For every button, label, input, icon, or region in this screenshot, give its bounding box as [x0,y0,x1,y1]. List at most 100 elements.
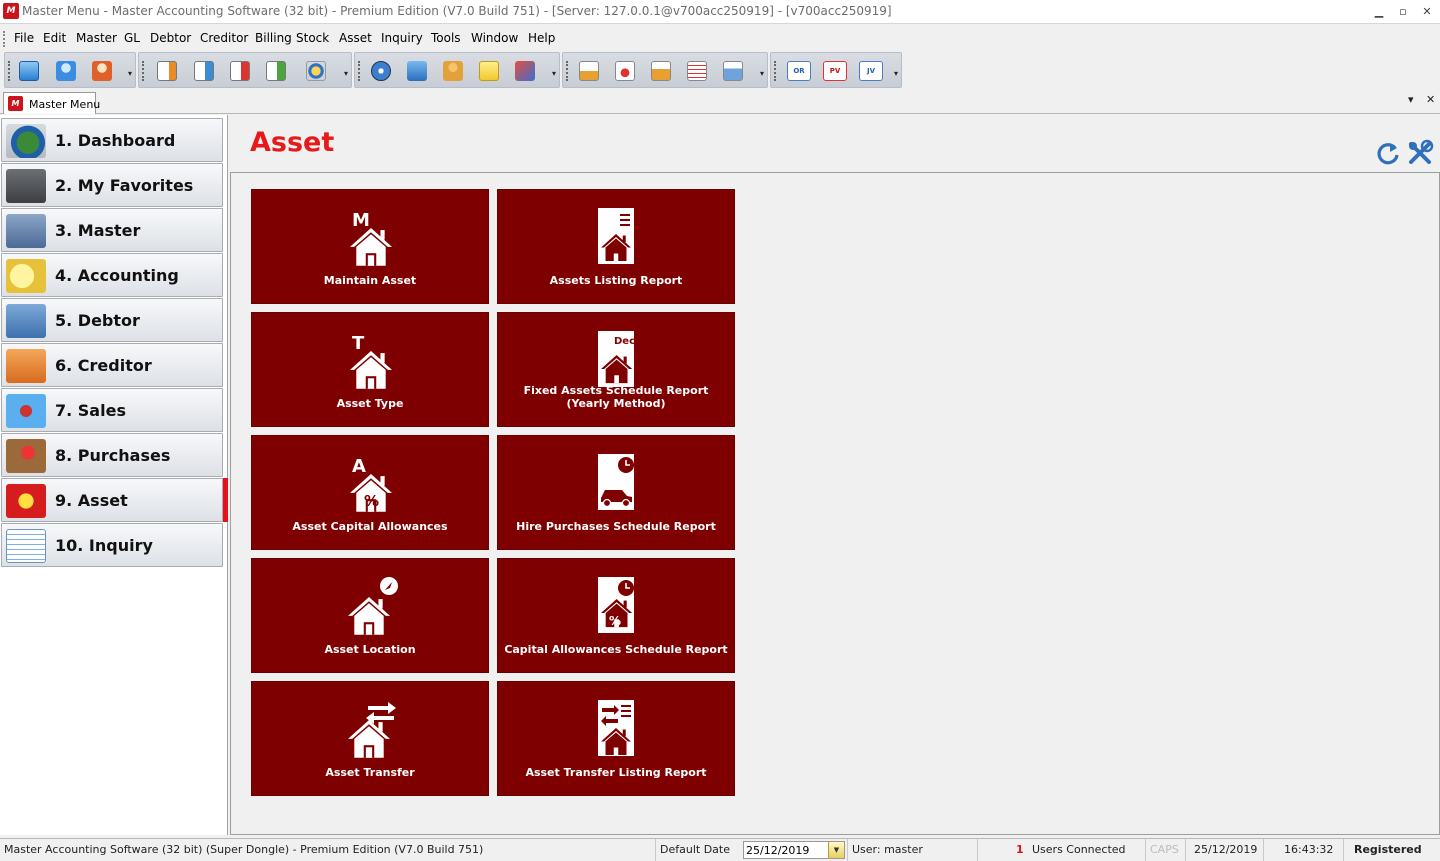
toolbar-overflow-icon[interactable]: ▾ [342,69,350,81]
menu-tools[interactable]: Tools [431,31,461,45]
app-logo-icon: M [8,96,23,111]
document-green-button[interactable] [262,58,290,84]
document-red-button[interactable] [226,58,254,84]
tile-asset-capital-allowances[interactable]: A % Asset Capital Allowances [251,435,489,550]
toolbar-grip[interactable] [142,61,144,81]
status-date: 25/12/2019 [1190,839,1264,861]
calendar-grid-button[interactable] [15,58,43,84]
sidebar-item-purchases[interactable]: 8. Purchases [1,433,223,477]
tile-label: Asset Capital Allowances [292,520,448,533]
sidebar-item-label: 5. Debtor [55,311,140,330]
s-logo-button[interactable] [511,58,539,84]
menu-help[interactable]: Help [528,31,555,45]
sidebar-item-dashboard[interactable]: 1. Dashboard [1,118,223,162]
menu-file[interactable]: File [14,31,34,45]
tile-asset-type[interactable]: T Asset Type [251,312,489,427]
fields-report-icon [723,61,743,81]
user-blue-button[interactable] [52,58,80,84]
toolbar-grip[interactable] [566,61,568,81]
tile-asset-location[interactable]: Asset Location [251,558,489,673]
upload-user-button[interactable] [403,58,431,84]
sidebar-item-sales[interactable]: 7. Sales [1,388,223,432]
sidebar-item-asset[interactable]: 9. Asset [1,478,223,522]
sidebar-item-accounting[interactable]: 4. Accounting [1,253,223,297]
menu-gl[interactable]: GL [124,31,140,45]
toolbar-overflow-icon[interactable]: ▾ [126,69,134,81]
toolbar-group-3: ▾ [354,52,560,88]
balance-report-button[interactable] [575,58,603,84]
sidebar-item-inquiry[interactable]: 10. Inquiry [1,523,223,567]
menu-creditor[interactable]: Creditor [200,31,248,45]
menu-inquiry[interactable]: Inquiry [381,31,423,45]
document-globe-button[interactable] [190,58,218,84]
menu-asset[interactable]: Asset [339,31,372,45]
close-icon[interactable]: ✕ [1416,3,1438,21]
menu-window[interactable]: Window [471,31,518,45]
default-date-label: Default Date [660,843,730,856]
tile-maintain-asset[interactable]: M Maintain Asset [251,189,489,304]
debtor-folder-icon [6,304,46,338]
toolbar-overflow-icon[interactable]: ▾ [758,69,766,81]
toolbar-grip[interactable] [358,61,360,81]
compass-button[interactable] [367,58,395,84]
tab-list-dropdown-icon[interactable]: ▾ [1408,93,1414,106]
refresh-icon[interactable] [1375,140,1401,166]
asset-house-icon [6,484,46,518]
users-connected-count: 1 [1016,843,1024,856]
scale-report-icon [651,61,671,81]
sync-button[interactable] [302,58,330,84]
list-report-button[interactable] [683,58,711,84]
tile-asset-transfer-listing-report[interactable]: Asset Transfer Listing Report [497,681,735,796]
sync-icon [306,61,326,81]
report-percent-clock-icon: % [598,577,634,633]
menu-billing[interactable]: Billing [255,31,292,45]
tile-assets-listing-report[interactable]: Assets Listing Report [497,189,735,304]
user-orange-button[interactable] [88,58,116,84]
menu-master[interactable]: Master [76,31,117,45]
report-transfer-icon [598,700,634,756]
tab-close-icon[interactable]: ✕ [1426,93,1435,106]
house-letter-t-icon: T [350,333,392,389]
toolbar-overflow-icon[interactable]: ▾ [550,69,558,81]
menu-bar: File Edit Master GL Debtor Creditor Bill… [0,28,1440,50]
sidebar-item-creditor[interactable]: 6. Creditor [1,343,223,387]
pv-button[interactable]: PV [819,58,849,84]
document-user-button[interactable] [153,58,181,84]
tile-hire-purchases-schedule-report[interactable]: Hire Purchases Schedule Report [497,435,735,550]
tile-label: Asset Location [324,643,416,656]
dollar-report-button[interactable] [611,58,639,84]
or-button[interactable]: OR [783,58,813,84]
menu-stock[interactable]: Stock [296,31,329,45]
tab-master-menu[interactable]: M Master Menu [3,92,100,114]
house-letter-m-icon: M [350,210,392,266]
restore-icon[interactable]: ▫ [1392,3,1414,21]
person-button[interactable] [439,58,467,84]
toolbar-grip[interactable] [774,61,776,81]
tile-label: Asset Transfer Listing Report [525,766,707,779]
tools-settings-icon[interactable] [1406,139,1434,167]
sidebar-item-master[interactable]: 3. Master [1,208,223,252]
menu-grip[interactable] [3,31,6,47]
menu-debtor[interactable]: Debtor [150,31,191,45]
default-date-field[interactable]: 25/12/2019 ▼ [743,841,845,859]
tile-fixed-assets-schedule-report-yearly-method[interactable]: Dec Fixed Assets Schedule Report (Yearly… [497,312,735,427]
active-item-indicator [223,478,228,522]
toolbar-group-4: ▾ [562,52,768,88]
jv-button[interactable]: JV [855,58,885,84]
tile-asset-transfer[interactable]: Asset Transfer [251,681,489,796]
minimize-icon[interactable]: ▁ [1368,3,1390,21]
tile-label: Asset Type [336,397,404,410]
folder-button[interactable] [475,58,503,84]
sidebar-item-label: 4. Accounting [55,266,179,285]
toolbar-overflow-icon[interactable]: ▾ [892,69,900,81]
menu-edit[interactable]: Edit [43,31,66,45]
sidebar-item-debtor[interactable]: 5. Debtor [1,298,223,342]
scale-report-button[interactable] [647,58,675,84]
toolbar-grip[interactable] [8,61,10,81]
tile-capital-allowances-schedule-report[interactable]: % Capital Allowances Schedule Report [497,558,735,673]
tab-label: Master Menu [29,98,101,111]
dashboard-globe-icon [6,124,46,158]
sidebar-item-my-favorites[interactable]: 2. My Favorites [1,163,223,207]
date-dropdown-icon[interactable]: ▼ [828,842,844,858]
fields-report-button[interactable] [719,58,747,84]
